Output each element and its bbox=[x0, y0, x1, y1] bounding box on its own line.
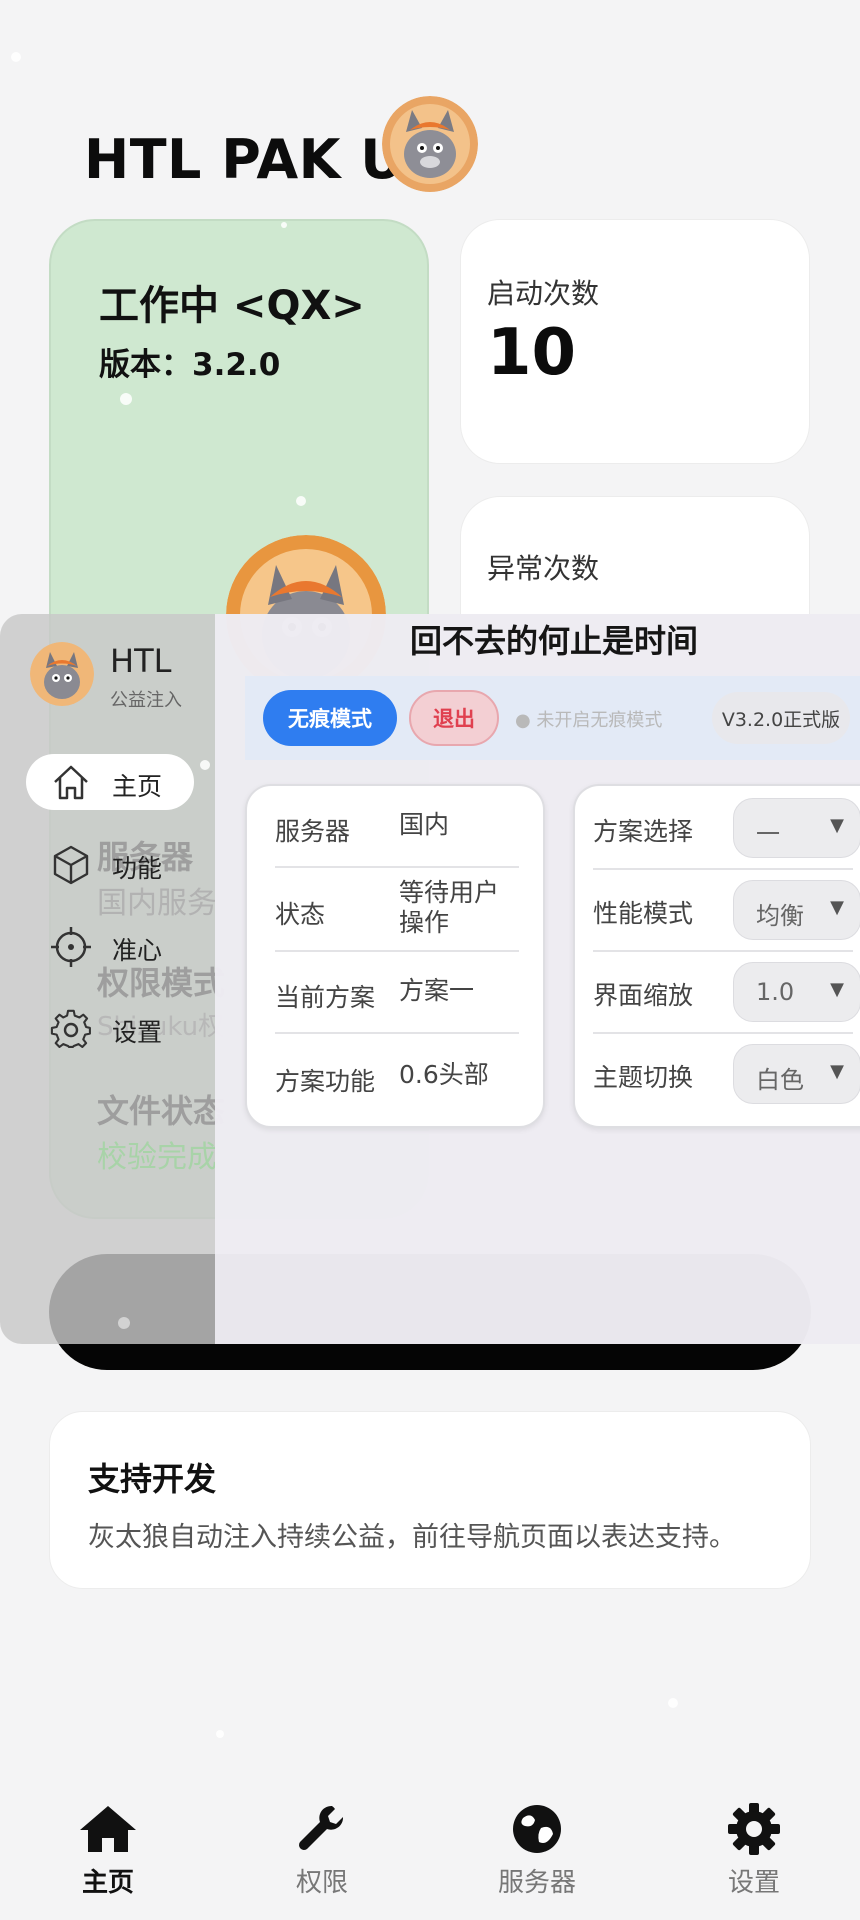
nav-tab-server[interactable]: 服务器 bbox=[467, 1780, 607, 1900]
overlay-menu-label: 主页 bbox=[112, 772, 163, 801]
snow-particle bbox=[216, 1730, 224, 1738]
overlay-brand: HTL bbox=[110, 642, 172, 680]
snow-particle bbox=[668, 1698, 678, 1708]
faded-text: 校验完成 bbox=[97, 1140, 217, 1175]
overlay-menu-label: 准心 bbox=[112, 936, 163, 965]
overlay-heading: 回不去的何止是时间 bbox=[410, 622, 699, 660]
info-key: 状态 bbox=[275, 900, 326, 929]
nav-tab-settings[interactable]: 设置 bbox=[684, 1780, 824, 1900]
info-row-plan-feature: 方案功能 0.6头部 bbox=[275, 1034, 517, 1116]
status-title: 工作中 <QX> bbox=[99, 283, 365, 329]
info-row-status: 状态 等待用户操作 bbox=[275, 868, 517, 950]
chevron-down-icon: ▼ bbox=[830, 1061, 844, 1082]
setting-performance-mode: 性能模式 均衡 ▼ bbox=[593, 868, 860, 950]
snow-particle bbox=[296, 496, 306, 506]
info-card: 服务器 国内 状态 等待用户操作 当前方案 方案一 方案功能 0.6头部 bbox=[245, 784, 545, 1128]
info-value: 国内 bbox=[399, 810, 450, 839]
info-row-server: 服务器 国内 bbox=[275, 786, 517, 868]
overlay-sidebar: 服务器 国内服务 权限模式 Shizuku权 文件状态 校验完成 HTL 公益注… bbox=[0, 614, 225, 1344]
gear-icon bbox=[728, 1803, 780, 1855]
info-key: 服务器 bbox=[275, 817, 351, 846]
nav-tab-home[interactable]: 主页 bbox=[38, 1780, 178, 1900]
overlay-avatar bbox=[30, 642, 94, 706]
info-row-current-plan: 当前方案 方案一 bbox=[275, 952, 517, 1034]
dropdown-value: 白色 bbox=[756, 1066, 804, 1094]
setting-key: 性能模式 bbox=[593, 899, 694, 928]
dropdown-value: 一 bbox=[756, 820, 780, 848]
setting-key: 主题切换 bbox=[593, 1063, 694, 1092]
floating-menu-overlay: 服务器 国内服务 权限模式 Shizuku权 文件状态 校验完成 HTL 公益注… bbox=[0, 614, 860, 1344]
dropdown-value: 均衡 bbox=[756, 902, 804, 930]
status-version: 版本：3.2.0 bbox=[99, 347, 281, 383]
performance-mode-dropdown[interactable]: 均衡 ▼ bbox=[733, 880, 860, 940]
overlay-subtitle: 公益注入 bbox=[110, 690, 182, 711]
plan-select-dropdown[interactable]: 一 ▼ bbox=[733, 798, 860, 858]
setting-key: 方案选择 bbox=[593, 817, 694, 846]
overlay-toolbar: 无痕模式 退出 ● 未开启无痕模式 V3.2.0正式版 bbox=[245, 676, 860, 760]
incognito-mode-button[interactable]: 无痕模式 bbox=[263, 690, 397, 746]
setting-plan-select: 方案选择 一 ▼ bbox=[593, 786, 860, 868]
wrench-icon bbox=[299, 1805, 344, 1850]
chevron-down-icon: ▼ bbox=[830, 897, 844, 918]
overlay-menu-features[interactable]: 功能 bbox=[26, 836, 194, 892]
mascot-avatar-top bbox=[382, 96, 478, 192]
theme-dropdown[interactable]: 白色 ▼ bbox=[733, 1044, 860, 1104]
info-value: 方案一 bbox=[399, 976, 475, 1005]
home-icon bbox=[80, 1806, 136, 1852]
support-title: 支持开发 bbox=[88, 1460, 217, 1498]
dropdown-value: 1.0 bbox=[756, 978, 795, 1006]
support-card[interactable]: 支持开发 灰太狼自动注入持续公益，前往导航页面以表达支持。 bbox=[49, 1411, 811, 1589]
nav-tab-permission[interactable]: 权限 bbox=[252, 1780, 392, 1900]
home-outline-icon bbox=[54, 765, 88, 800]
overlay-menu-settings[interactable]: 设置 bbox=[26, 1000, 194, 1056]
chevron-down-icon: ▼ bbox=[830, 979, 844, 1000]
ui-scale-dropdown[interactable]: 1.0 ▼ bbox=[733, 962, 860, 1022]
launch-count-value: 10 bbox=[487, 316, 577, 390]
globe-icon bbox=[513, 1805, 561, 1853]
gear-outline-icon bbox=[50, 1009, 91, 1048]
bottom-navigation: 主页 权限 服务器 设置 bbox=[0, 1780, 860, 1920]
snow-particle bbox=[281, 222, 287, 228]
version-badge: V3.2.0正式版 bbox=[712, 692, 850, 744]
launch-count-label: 启动次数 bbox=[487, 277, 600, 310]
info-value: 0.6头部 bbox=[399, 1060, 489, 1089]
support-text: 灰太狼自动注入持续公益，前往导航页面以表达支持。 bbox=[88, 1522, 736, 1553]
overlay-menu-home[interactable]: 主页 bbox=[26, 754, 194, 810]
exit-button[interactable]: 退出 bbox=[409, 690, 499, 746]
info-value: 等待用户操作 bbox=[399, 878, 500, 937]
nav-label-home: 主页 bbox=[81, 1868, 134, 1898]
incognito-status: ● 未开启无痕模式 bbox=[515, 710, 663, 731]
snow-particle bbox=[200, 760, 210, 770]
nav-label-permission: 权限 bbox=[295, 1868, 348, 1898]
overlay-menu-label: 设置 bbox=[112, 1018, 163, 1047]
launch-count-card: 启动次数 10 bbox=[460, 219, 810, 464]
snow-particle bbox=[11, 52, 21, 62]
faded-text: 文件状态 bbox=[97, 1092, 226, 1130]
info-key: 当前方案 bbox=[275, 983, 376, 1012]
cube-icon bbox=[53, 845, 89, 885]
overlay-menu-crosshair[interactable]: 准心 bbox=[26, 918, 194, 974]
error-count-label: 异常次数 bbox=[487, 552, 600, 585]
overlay-main-panel: 回不去的何止是时间 无痕模式 退出 ● 未开启无痕模式 V3.2.0正式版 服务… bbox=[215, 614, 860, 1344]
nav-label-server: 服务器 bbox=[497, 1868, 576, 1898]
settings-card: 方案选择 一 ▼ 性能模式 均衡 ▼ 界面缩放 1.0 ▼ 主题切换 白色 ▼ bbox=[573, 784, 860, 1128]
setting-ui-scale: 界面缩放 1.0 ▼ bbox=[593, 950, 860, 1032]
snow-particle bbox=[118, 1317, 130, 1329]
setting-key: 界面缩放 bbox=[593, 981, 694, 1010]
overlay-menu-label: 功能 bbox=[112, 854, 163, 883]
info-key: 方案功能 bbox=[275, 1067, 376, 1096]
snow-particle bbox=[120, 393, 132, 405]
setting-theme-switch: 主题切换 白色 ▼ bbox=[593, 1032, 860, 1114]
nav-label-settings: 设置 bbox=[727, 1868, 780, 1898]
crosshair-icon bbox=[51, 927, 91, 967]
chevron-down-icon: ▼ bbox=[830, 815, 844, 836]
